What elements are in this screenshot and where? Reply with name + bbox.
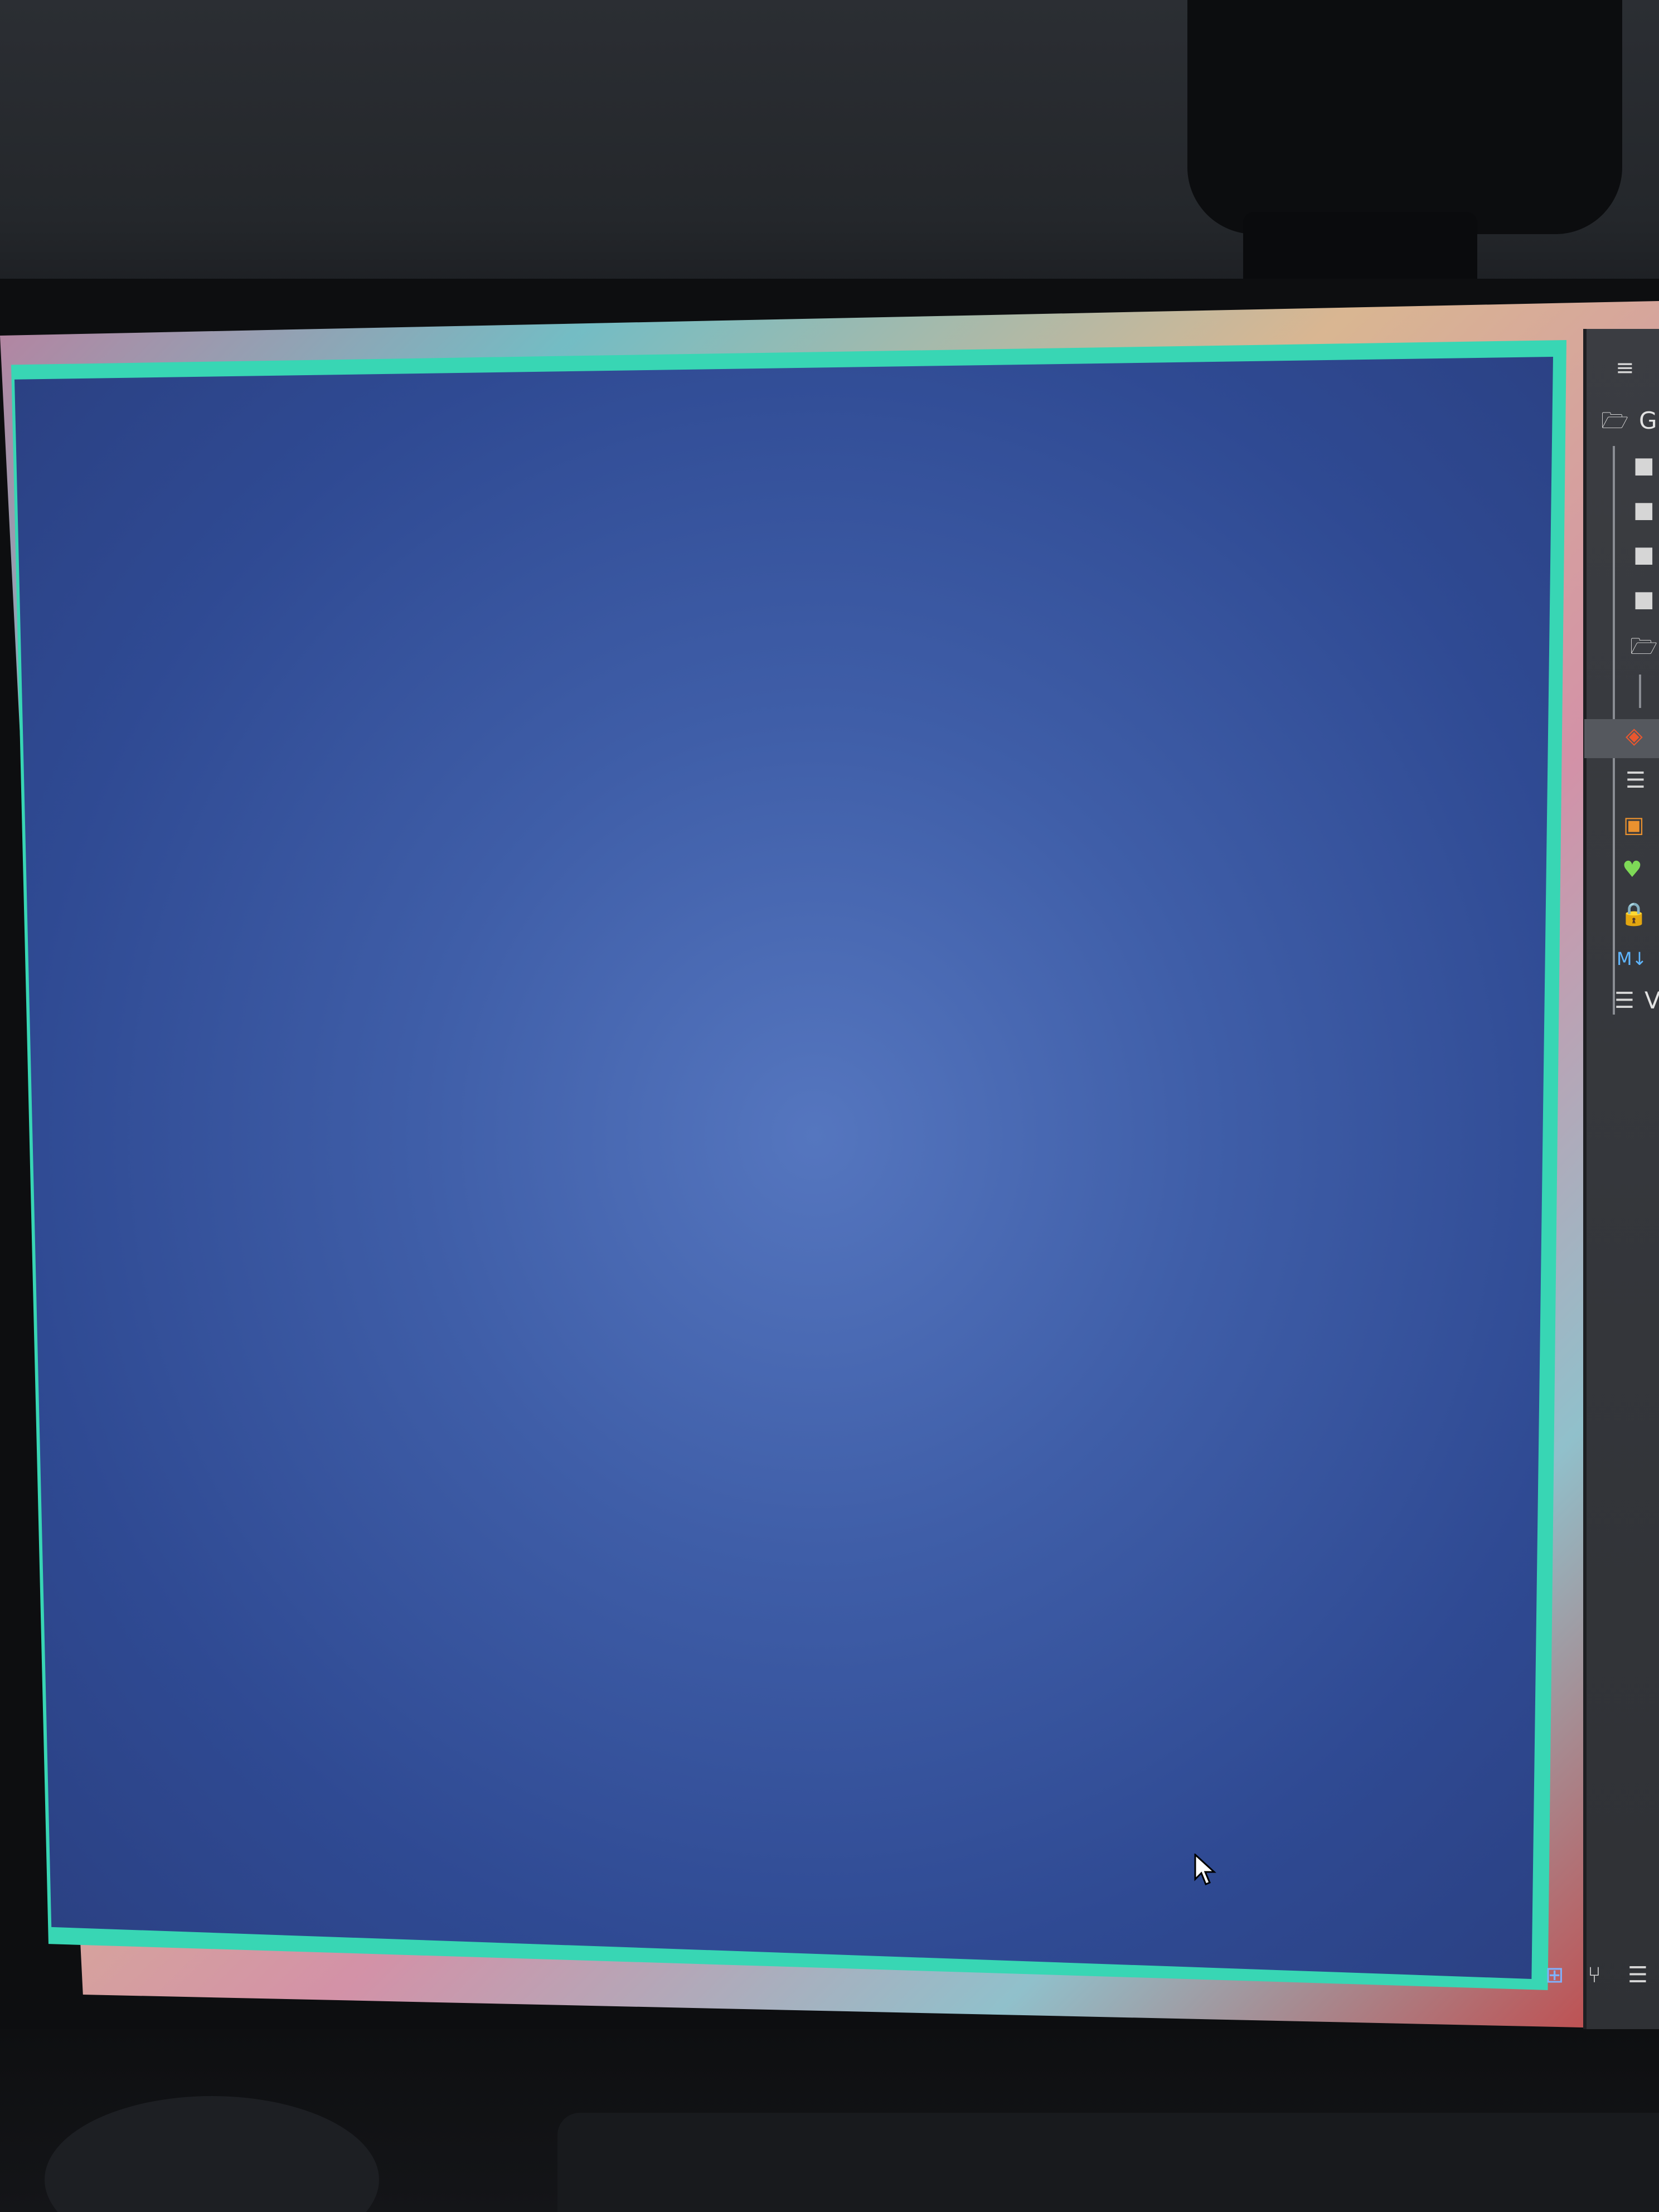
presentation-file-icon[interactable]: ▣ bbox=[1623, 814, 1653, 836]
git-branch-icon[interactable]: ⑂ bbox=[1588, 1962, 1601, 1988]
tree-guide-line-inner bbox=[1639, 675, 1641, 708]
keyboard-edge bbox=[557, 2113, 1659, 2212]
photo-scene: ≡ 🗁 Gi ■ ■ ■ ■ 🗁 ◈ ☰ ▣ ♥ 🔒 M↓ ☰ V ⊞ ⑂ ☰ bbox=[0, 0, 1659, 2212]
open-folder-icon[interactable]: 🗁 bbox=[1601, 410, 1631, 432]
mouse-cursor-icon bbox=[1194, 1854, 1216, 1885]
blue-empty-window[interactable] bbox=[14, 357, 1553, 1979]
hamburger-menu-icon[interactable]: ≡ bbox=[1616, 357, 1646, 379]
folder-icon[interactable]: ■ bbox=[1633, 454, 1659, 477]
lock-file-icon[interactable]: 🔒 bbox=[1620, 903, 1650, 925]
open-folder-icon[interactable]: 🗁 bbox=[1630, 636, 1659, 658]
tree-view-icon[interactable]: ⊞ bbox=[1545, 1962, 1564, 1988]
heart-icon[interactable]: ♥ bbox=[1622, 858, 1652, 881]
last-file-label[interactable]: V bbox=[1645, 987, 1659, 1014]
webcam bbox=[1187, 0, 1622, 234]
list-view-icon[interactable]: ☰ bbox=[1628, 1962, 1648, 1988]
markdown-file-icon[interactable]: M↓ bbox=[1617, 948, 1647, 970]
text-file-icon[interactable]: ☰ bbox=[1626, 769, 1656, 792]
text-file-icon[interactable]: ☰ bbox=[1614, 989, 1645, 1012]
root-folder-label[interactable]: Gi bbox=[1639, 407, 1659, 434]
git-icon[interactable]: ◈ bbox=[1626, 725, 1656, 747]
folder-icon[interactable]: ■ bbox=[1633, 588, 1659, 610]
folder-icon[interactable]: ■ bbox=[1633, 499, 1659, 521]
folder-icon[interactable]: ■ bbox=[1633, 544, 1659, 566]
file-explorer-panel bbox=[1583, 329, 1659, 2029]
